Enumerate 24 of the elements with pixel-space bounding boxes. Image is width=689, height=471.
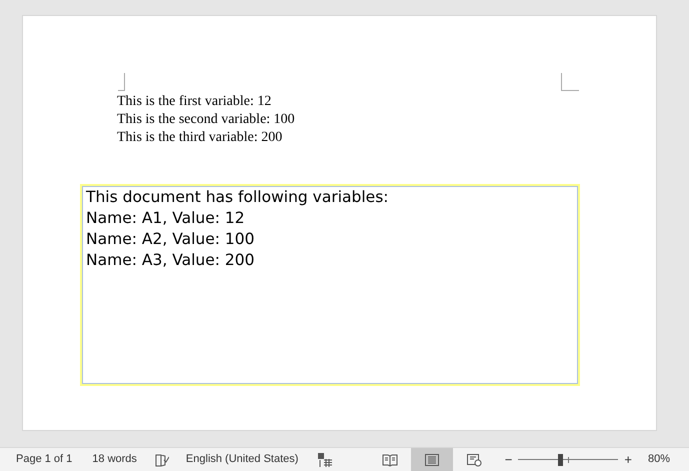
- text-box-line: This document has following variables:: [86, 187, 388, 208]
- web-page-icon: [466, 452, 482, 466]
- view-button[interactable]: [410, 448, 453, 471]
- margin-corner-icon: [561, 73, 579, 91]
- text-box-line: Name: A2, Value: 100: [86, 229, 254, 250]
- zoom-slider[interactable]: [518, 454, 618, 466]
- page-count[interactable]: Page 1 of 1: [16, 451, 72, 468]
- text-box[interactable]: This document has following variables: Name: A1, Value: 12 Name: A2, Value: 100 Name: A3, Value: 200: [80, 184, 580, 386]
- language-status[interactable]: English (United States): [186, 451, 298, 468]
- paragraph-text: This is the first variable: 12: [117, 93, 272, 111]
- margin-corner-icon: [118, 73, 125, 91]
- text-box-line: Name: A3, Value: 200: [86, 250, 254, 271]
- proofing-book-icon[interactable]: [154, 452, 169, 466]
- page-lines-icon: [424, 452, 440, 466]
- paragraph-text: This is the second variable: 100: [117, 111, 295, 129]
- book-icon: [382, 452, 398, 466]
- word-count[interactable]: 18 words: [92, 451, 137, 468]
- zoom-percent[interactable]: 80%: [648, 451, 670, 468]
- zoom-out-button[interactable]: −: [502, 450, 514, 470]
- slider-thumb[interactable]: [558, 454, 564, 466]
- zoom-in-button[interactable]: +: [622, 450, 634, 470]
- paragraph-text: This is the third variable: 200: [117, 129, 282, 147]
- grid-calculator-icon[interactable]: [318, 452, 332, 466]
- text-box-line: Name: A1, Value: 12: [86, 208, 245, 229]
